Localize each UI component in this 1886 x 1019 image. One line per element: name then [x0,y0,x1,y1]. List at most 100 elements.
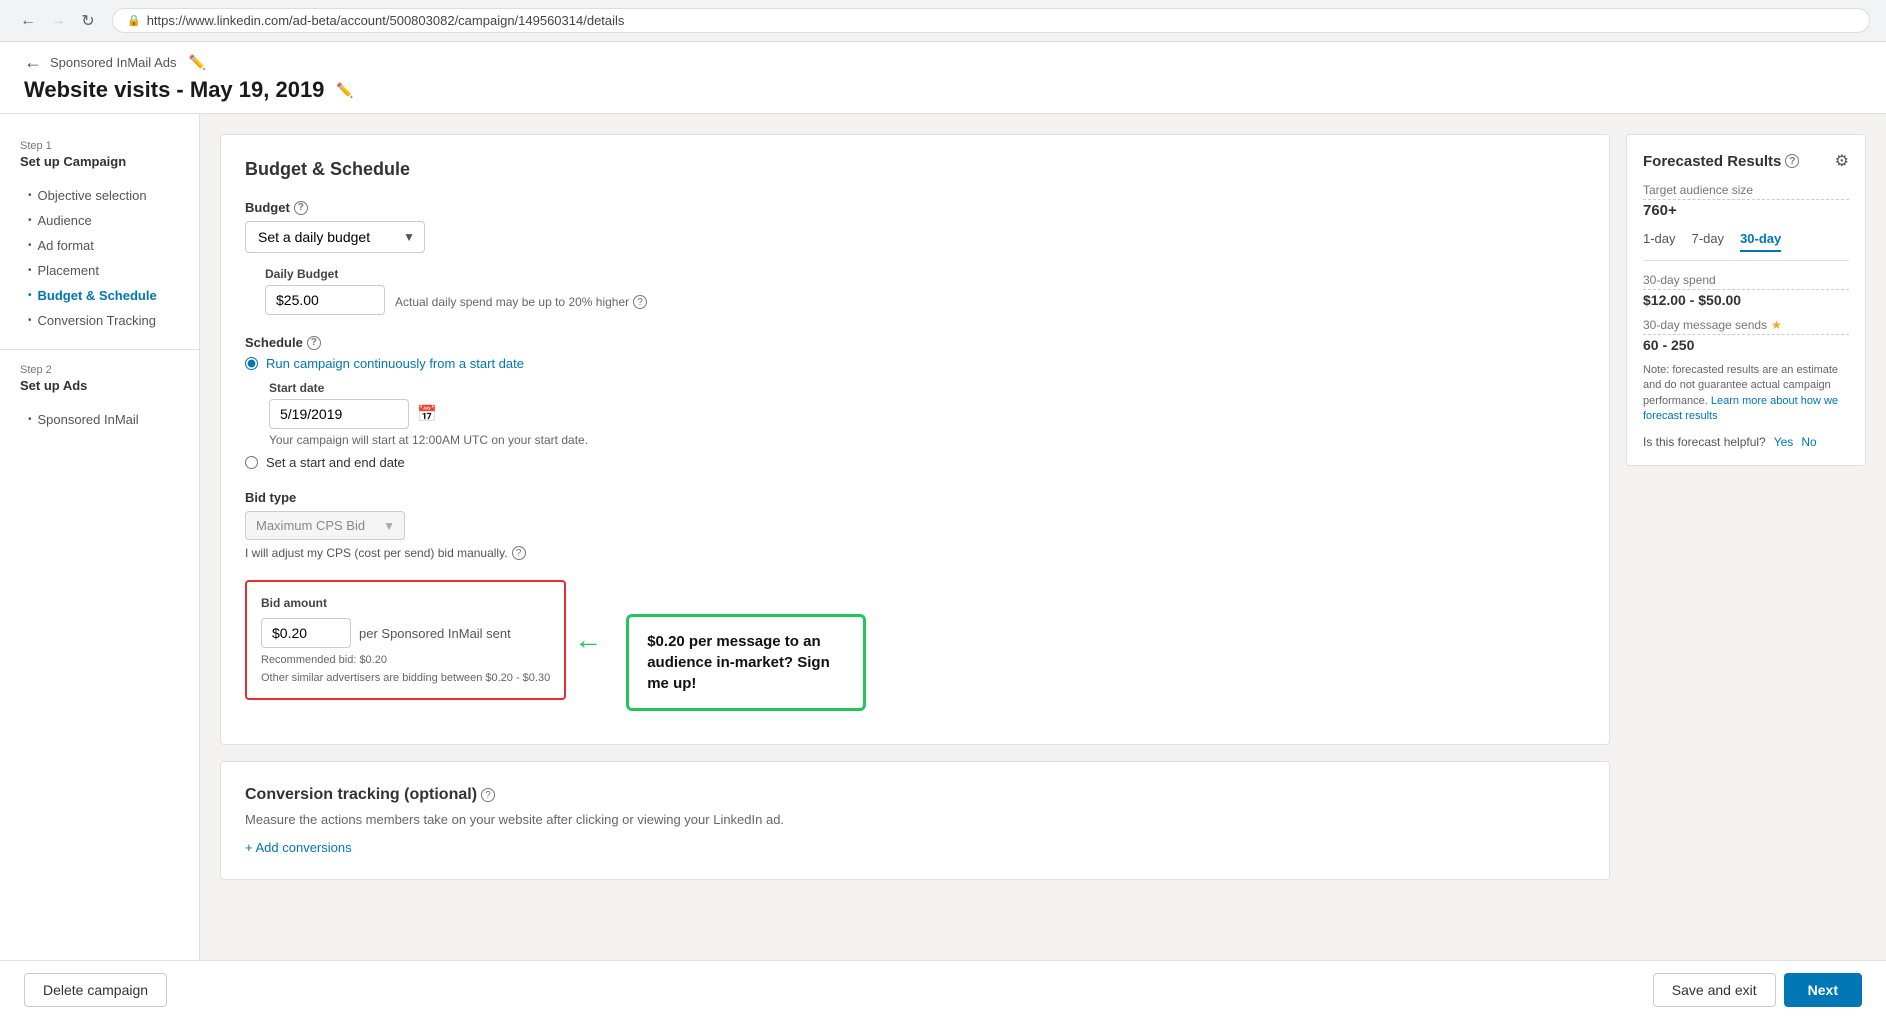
forecast-title: Forecasted Results ? [1643,153,1799,170]
sidebar-item-budget[interactable]: Budget & Schedule [0,283,199,308]
schedule-help-icon[interactable]: ? [307,336,321,350]
per-label: per Sponsored InMail sent [359,626,511,641]
page-title: Website visits - May 19, 2019 [24,77,324,103]
forecast-tabs: 1-day 7-day 30-day [1643,231,1849,261]
daily-budget-input[interactable] [265,285,385,315]
bid-type-section: Bid type Maximum CPS Bid ▼ I will adjust… [245,490,1585,560]
sidebar-step2: Step 2 Set up Ads [0,358,199,399]
delete-campaign-button[interactable]: Delete campaign [24,973,167,1007]
bid-box: Bid amount per Sponsored InMail sent Rec… [245,580,566,700]
callout-box: $0.20 per message to an audience in-mark… [626,614,866,711]
url-text: https://www.linkedin.com/ad-beta/account… [147,13,625,28]
content-area: Budget & Schedule Budget ? Set a daily b… [200,114,1886,960]
sidebar-item-adformat[interactable]: Ad format [0,233,199,258]
budget-label: Budget ? [245,200,1585,215]
forecast-panel: Forecasted Results ? ⚙ Target audience s… [1626,134,1866,466]
forecast-audience-section: Target audience size 760+ [1643,183,1849,219]
next-button[interactable]: Next [1784,973,1862,1007]
forecast-sends-section: 30-day message sends ★ 60 - 250 [1643,318,1849,353]
bid-recommended-note: Recommended bid: $0.20 [261,654,550,666]
conversion-tracking-card: Conversion tracking (optional) ? Measure… [220,761,1610,880]
forecast-spend-value: $12.00 - $50.00 [1643,292,1849,308]
forecast-spend-section: 30-day spend $12.00 - $50.00 [1643,273,1849,308]
conversion-desc: Measure the actions members take on your… [245,812,1585,827]
forecast-yes-button[interactable]: Yes [1774,435,1794,449]
card-title: Budget & Schedule [245,159,1585,180]
radio-continuous[interactable] [245,357,258,370]
sidebar: Step 1 Set up Campaign Objective selecti… [0,114,200,960]
conversion-help-icon[interactable]: ? [481,788,495,802]
schedule-label: Schedule ? [245,335,1585,350]
bid-amount-label: Bid amount [261,596,550,610]
gear-icon[interactable]: ⚙ [1835,151,1849,171]
step2-label: Step 2 [20,364,179,376]
forecast-help-icon[interactable]: ? [1785,154,1799,168]
bottom-right-buttons: Save and exit Next [1653,973,1862,1007]
budget-dropdown[interactable]: Set a daily budget [245,221,425,253]
bid-type-label: Bid type [245,490,1585,505]
star-icon: ★ [1771,318,1782,332]
start-date-label: Start date [269,381,1585,395]
forecast-tab-30day[interactable]: 30-day [1740,231,1781,252]
step1-title: Set up Campaign [20,154,179,169]
bid-amount-input[interactable] [261,618,351,648]
reload-button[interactable]: ↻ [76,9,100,33]
start-date-note: Your campaign will start at 12:00AM UTC … [269,433,1585,447]
bid-type-dropdown[interactable]: Maximum CPS Bid [245,511,405,540]
forecast-sends-value: 60 - 250 [1643,337,1849,353]
sidebar-item-objective[interactable]: Objective selection [0,183,199,208]
daily-budget-note: Actual daily spend may be up to 20% high… [395,295,647,309]
callout-arrow-icon: ← [574,624,602,656]
sidebar-item-conversion[interactable]: Conversion Tracking [0,308,199,333]
schedule-option1-label: Run campaign continuously from a start d… [266,356,524,371]
bid-manual-help-icon[interactable]: ? [512,546,526,560]
schedule-option2-label: Set a start and end date [266,455,405,470]
schedule-radio-continuous: Run campaign continuously from a start d… [245,356,1585,371]
forecast-tab-7day[interactable]: 7-day [1692,231,1725,252]
schedule-section: Schedule ? Run campaign continuously fro… [245,335,1585,470]
bid-type-dropdown-wrapper: Maximum CPS Bid ▼ [245,511,405,540]
step2-title: Set up Ads [20,378,179,393]
sidebar-item-placement[interactable]: Placement [0,258,199,283]
save-exit-button[interactable]: Save and exit [1653,973,1776,1007]
edit-title-icon[interactable]: ✏️ [336,82,353,99]
conversion-title: Conversion tracking (optional) [245,786,477,804]
browser-bar: ← → ↻ 🔒 https://www.linkedin.com/ad-beta… [0,0,1886,42]
forecast-audience-label: Target audience size [1643,183,1849,200]
callout-wrapper: ← $0.20 per message to an audience in-ma… [574,624,606,656]
daily-budget-help-icon[interactable]: ? [633,295,647,309]
budget-help-icon[interactable]: ? [294,201,308,215]
forecast-note: Note: forecasted results are an estimate… [1643,363,1849,425]
add-conversions-link[interactable]: + Add conversions [245,840,352,855]
budget-section: Budget ? Set a daily budget ▼ Daily Budg… [245,200,1585,315]
callout-text: $0.20 per message to an audience in-mark… [647,633,830,692]
page-header: ← Sponsored InMail Ads ✏️ Website visits… [0,42,1886,114]
sidebar-item-audience[interactable]: Audience [0,208,199,233]
sidebar-divider [0,349,199,350]
bid-range-note: Other similar advertisers are bidding be… [261,672,550,684]
budget-schedule-card: Budget & Schedule Budget ? Set a daily b… [220,134,1610,745]
back-button[interactable]: ← [24,52,42,73]
sidebar-step2-items: Sponsored InMail [0,407,199,432]
bid-amount-section: Bid amount per Sponsored InMail sent Rec… [245,580,566,700]
budget-dropdown-wrapper: Set a daily budget ▼ [245,221,425,253]
sidebar-step1-items: Objective selection Audience Ad format P… [0,183,199,333]
forecast-no-button[interactable]: No [1801,435,1816,449]
start-date-input[interactable] [269,399,409,429]
campaign-type-label: Sponsored InMail Ads [50,55,176,70]
forward-nav-button[interactable]: → [46,9,70,33]
forecast-tab-1day[interactable]: 1-day [1643,231,1676,252]
sidebar-item-sponsored-inmail[interactable]: Sponsored InMail [0,407,199,432]
back-nav-button[interactable]: ← [16,9,40,33]
forecast-header: Forecasted Results ? ⚙ [1643,151,1849,171]
radio-end-date[interactable] [245,456,258,469]
bottom-bar: Delete campaign Save and exit Next [0,960,1886,1019]
schedule-radio-end: Set a start and end date [245,455,1585,470]
edit-campaign-type-icon[interactable]: ✏️ [188,54,205,71]
forecast-sends-label-wrapper: 30-day message sends ★ [1643,318,1849,335]
calendar-icon[interactable]: 📅 [417,404,437,424]
daily-budget-label: Daily Budget [265,267,1585,281]
address-bar[interactable]: 🔒 https://www.linkedin.com/ad-beta/accou… [112,8,1870,33]
bid-manual-note: I will adjust my CPS (cost per send) bid… [245,546,1585,560]
conversion-header-row: Conversion tracking (optional) ? [245,786,1585,804]
